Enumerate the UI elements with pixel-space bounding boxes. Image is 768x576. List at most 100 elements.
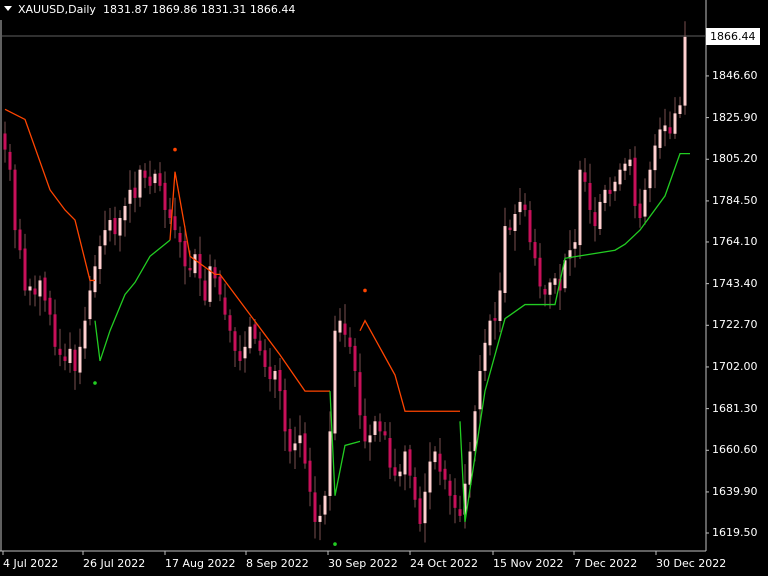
bull-candle-body <box>503 226 507 293</box>
bear-candle-body <box>173 216 177 231</box>
bear-candle-body <box>228 315 232 331</box>
bull-candle-body <box>423 491 427 524</box>
bear-candle-body <box>63 356 67 361</box>
price-tick-label: 1825.90 <box>712 110 758 124</box>
bear-candle-body <box>588 183 592 210</box>
time-tick-label: 8 Sep 2022 <box>246 557 309 570</box>
bear-candle-body <box>413 476 417 500</box>
time-tick-label: 30 Dec 2022 <box>656 557 727 570</box>
price-chart <box>0 0 709 555</box>
bull-candle-body <box>328 431 332 496</box>
price-tick-label: 1681.30 <box>712 401 758 415</box>
bear-candle-body <box>583 172 587 182</box>
buy-signal-dot <box>333 542 337 546</box>
bear-candle-body <box>458 509 462 516</box>
bear-candle-body <box>178 232 182 243</box>
bear-candle-body <box>253 324 257 339</box>
bull-candle-body <box>298 435 302 444</box>
bull-candle-body <box>628 159 632 167</box>
bull-candle-body <box>88 290 92 320</box>
bear-candle-body <box>73 349 77 371</box>
bull-candle-body <box>123 205 127 221</box>
bull-candle-body <box>108 220 112 231</box>
bull-candle-body <box>678 105 682 114</box>
bear-candle-body <box>638 203 642 219</box>
bull-candle-body <box>488 320 492 346</box>
time-tick-label: 26 Jul 2022 <box>83 557 146 570</box>
price-tick-label: 1805.20 <box>712 152 758 166</box>
trailing-stop-up-line <box>94 239 171 362</box>
bull-candle-body <box>118 218 122 236</box>
bear-candle-body <box>303 433 307 464</box>
current-price-label: 1866.44 <box>706 28 760 45</box>
bull-candle-body <box>598 201 602 230</box>
chart-header[interactable]: XAUUSD,Daily 1831.87 1869.86 1831.31 186… <box>4 3 295 16</box>
bear-candle-body <box>8 151 12 170</box>
bear-candle-body <box>608 189 612 194</box>
bull-candle-body <box>623 163 627 171</box>
bull-candle-body <box>193 254 197 274</box>
bear-candle-body <box>508 227 512 231</box>
bear-candle-body <box>143 170 147 178</box>
bull-candle-body <box>273 370 277 380</box>
bear-candle-body <box>188 267 192 271</box>
sell-signal-dot <box>173 147 177 152</box>
bear-candle-body <box>53 314 57 347</box>
bull-candle-body <box>548 282 552 295</box>
bear-candle-body <box>48 297 52 315</box>
bull-candle-body <box>573 242 577 249</box>
bull-candle-body <box>683 36 687 106</box>
price-tick-label: 1702.00 <box>712 359 758 373</box>
bull-candle-body <box>603 189 607 203</box>
bull-candle-body <box>473 411 477 452</box>
bear-candle-body <box>363 415 367 442</box>
price-tick-label: 1722.70 <box>712 318 758 332</box>
bull-candle-body <box>243 346 247 359</box>
bear-candle-body <box>378 421 382 432</box>
bear-candle-body <box>18 229 22 251</box>
time-tick-label: 17 Aug 2022 <box>165 557 236 570</box>
bull-candle-body <box>368 435 372 443</box>
bear-candle-body <box>593 212 597 227</box>
bear-candle-body <box>223 297 227 315</box>
bull-candle-body <box>318 515 322 522</box>
bull-candle-body <box>78 346 82 373</box>
dropdown-triangle-icon[interactable] <box>4 6 12 11</box>
bear-candle-body <box>168 209 172 219</box>
signal-dots-group <box>93 147 367 546</box>
bear-candle-body <box>668 127 672 134</box>
bull-candle-body <box>38 280 42 297</box>
bear-candle-body <box>493 318 497 321</box>
bull-candle-body <box>648 169 652 189</box>
time-tick-label: 24 Oct 2022 <box>410 557 479 570</box>
bear-candle-body <box>633 157 637 206</box>
time-tick-label: 15 Nov 2022 <box>493 557 564 570</box>
bear-candle-body <box>23 248 27 291</box>
bull-candle-body <box>658 129 662 148</box>
bear-candle-body <box>278 370 282 392</box>
bear-candle-body <box>523 204 527 210</box>
bull-candle-body <box>248 326 252 349</box>
bear-candle-body <box>43 277 47 301</box>
bear-candle-body <box>263 350 267 367</box>
trailing-stop-down-line <box>359 319 460 412</box>
trailing-stop-group <box>4 108 690 523</box>
bull-candle-body <box>398 471 402 477</box>
bear-candle-body <box>348 337 352 347</box>
bull-candle-body <box>618 169 622 185</box>
bear-candle-body <box>258 340 262 351</box>
bear-candle-body <box>533 242 537 259</box>
bear-candle-body <box>218 276 222 295</box>
bull-candle-body <box>673 113 677 134</box>
bear-candle-body <box>213 267 217 279</box>
bull-candle-body <box>518 201 522 213</box>
bull-candle-body <box>28 286 32 291</box>
price-tick-label: 1784.50 <box>712 193 758 207</box>
bear-candle-body <box>158 173 162 186</box>
bull-candle-body <box>478 370 482 410</box>
time-tick-label: 4 Jul 2022 <box>3 557 59 570</box>
sell-signal-dot <box>363 288 367 293</box>
price-tick-label: 1846.60 <box>712 68 758 82</box>
bull-candle-body <box>153 173 157 184</box>
bear-candle-body <box>308 460 312 492</box>
